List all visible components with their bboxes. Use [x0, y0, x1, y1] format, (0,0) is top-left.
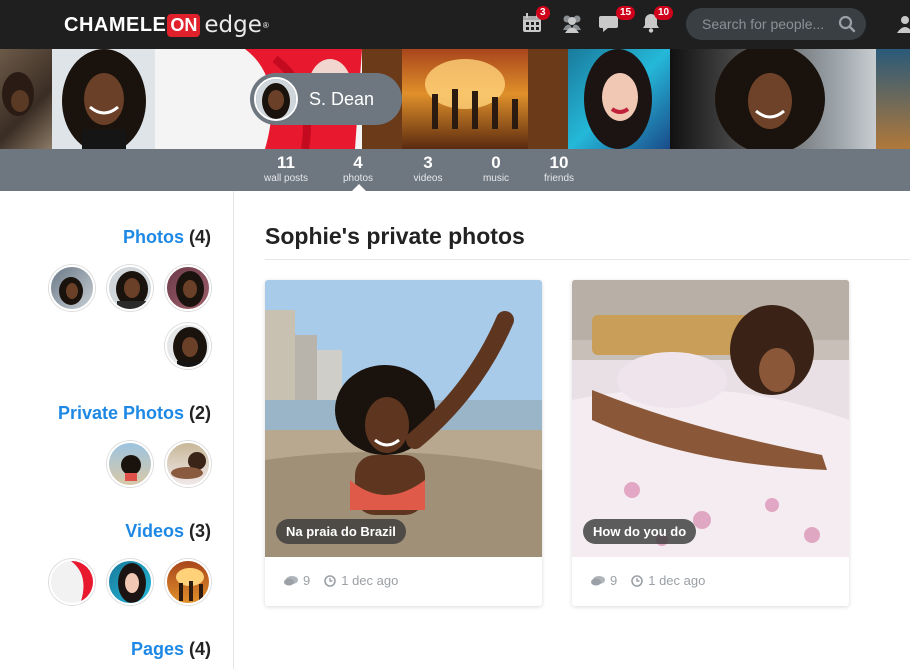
section-label: Photos [122, 227, 184, 247]
photo-meta: 9 1 dec ago [591, 573, 705, 588]
stat-label: music [482, 173, 510, 184]
stat-videos[interactable]: 3 videos [393, 153, 463, 185]
stat-photos[interactable]: 4 photos [323, 153, 393, 185]
calendar-icon[interactable]: 3 [521, 6, 550, 36]
sidebar-videos-heading[interactable]: Videos (3) [125, 521, 211, 542]
logo-registered-mark: ® [262, 20, 269, 30]
active-stat-indicator [352, 184, 366, 191]
section-count: (3) [189, 521, 211, 541]
top-bar: CHAMELE ON edge ® 3 15 10 [0, 0, 910, 49]
section-count: (2) [189, 403, 211, 423]
profile-stats-bar: 11 wall posts 4 photos 3 videos 0 music 10 fr… [0, 149, 910, 191]
messages-badge: 15 [616, 6, 636, 20]
cover-photo [670, 49, 876, 149]
stat-music[interactable]: 0 music [461, 153, 531, 185]
stat-wall-posts[interactable]: 11 wall posts [251, 153, 321, 185]
search-box [686, 8, 866, 40]
stat-value: 0 [491, 153, 501, 172]
sidebar-pages-heading[interactable]: Pages (4) [131, 639, 211, 660]
stat-value: 4 [353, 153, 363, 172]
cover-photo [876, 49, 910, 149]
notifications-badge: 10 [654, 6, 674, 20]
comment-count: 9 [303, 573, 311, 588]
stat-friends[interactable]: 10 friends [524, 153, 594, 185]
section-label: Pages [130, 639, 184, 659]
cover-photo [568, 49, 670, 149]
section-label: Private Photos [57, 403, 184, 423]
photo-caption: Na praia do Brazil [276, 519, 406, 544]
stat-label: wall posts [264, 173, 308, 184]
photo-image[interactable] [265, 280, 542, 557]
photo-meta: 9 1 dec ago [284, 573, 398, 588]
stat-label: friends [543, 173, 574, 184]
stat-value: 11 [277, 153, 295, 172]
search-input[interactable] [686, 8, 836, 40]
profile-name-pill[interactable]: S. Dean [250, 73, 402, 125]
cover-photo [52, 49, 155, 149]
section-count: (4) [189, 227, 211, 247]
photo-thumbnail[interactable] [165, 265, 211, 311]
user-icon[interactable] [897, 15, 910, 33]
video-thumbnail[interactable] [107, 559, 153, 605]
stat-value: 3 [423, 153, 433, 172]
private-photo-thumbnail[interactable] [107, 441, 153, 487]
notifications-icon[interactable]: 10 [640, 6, 674, 36]
search-icon[interactable] [838, 15, 856, 33]
sidebar-photos-heading[interactable]: Photos (4) [123, 227, 211, 248]
clock-icon [324, 574, 337, 587]
chameleon-edge-logo[interactable]: CHAMELE ON edge ® [64, 12, 269, 38]
logo-on-text: ON [167, 13, 201, 37]
profile-name: S. Dean [309, 89, 375, 109]
cover-photo-strip: S. Dean [0, 49, 910, 149]
messages-icon[interactable]: 15 [599, 6, 636, 36]
profile-avatar[interactable] [254, 77, 298, 121]
post-date: 1 dec ago [648, 573, 706, 588]
clock-icon [631, 574, 644, 587]
stat-label: videos [413, 173, 443, 184]
cover-photo [0, 49, 52, 149]
comments-icon[interactable] [591, 575, 605, 587]
photo-thumbnail[interactable] [165, 323, 211, 369]
video-thumbnail[interactable] [49, 559, 95, 605]
photo-card[interactable]: Na praia do Brazil 9 1 dec ago [265, 280, 542, 606]
video-thumbnail[interactable] [165, 559, 211, 605]
sidebar-private-photos-heading[interactable]: Private Photos (2) [58, 403, 211, 424]
private-photo-thumbnail[interactable] [165, 441, 211, 487]
friends-icon[interactable] [560, 12, 584, 36]
comment-count: 9 [610, 573, 618, 588]
logo-edge-text: edge [204, 12, 262, 38]
stat-value: 10 [549, 153, 569, 172]
section-count: (4) [189, 639, 211, 659]
sidebar: Photos (4) Private Photos (2) Videos (3)… [0, 191, 234, 669]
photo-caption: How do you do [583, 519, 697, 544]
logo-brand-text: CHAMELE [64, 13, 167, 36]
title-divider [265, 259, 910, 260]
photo-thumbnail[interactable] [107, 265, 153, 311]
photo-thumbnail[interactable] [49, 265, 95, 311]
calendar-badge: 3 [536, 6, 550, 20]
section-label: Videos [125, 521, 184, 541]
comments-icon[interactable] [284, 575, 298, 587]
post-date: 1 dec ago [341, 573, 399, 588]
photo-card[interactable]: How do you do 9 1 dec ago [572, 280, 849, 606]
page-title: Sophie's private photos [265, 223, 525, 249]
photo-image[interactable] [572, 280, 849, 557]
